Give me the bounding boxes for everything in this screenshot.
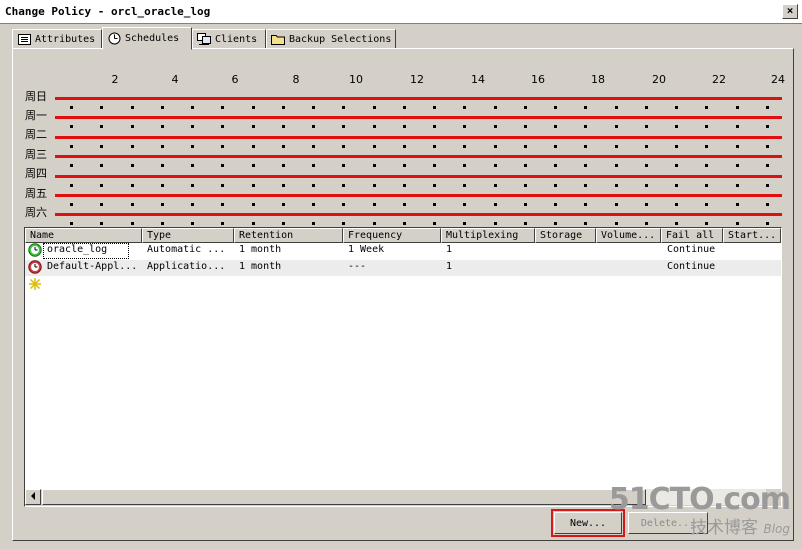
schedule-red-icon [28,260,42,274]
tab-backup-selections-label: Backup Selections [289,33,392,45]
tab-backup-selections[interactable]: Backup Selections [266,29,396,49]
delete-button[interactable]: Delete... [628,512,708,534]
hour-label: 16 [531,73,545,86]
cell-retention: 1 month [239,244,282,255]
day-label: 周六 [25,206,47,219]
hour-label: 8 [292,73,300,86]
table-row[interactable]: oracle_log Automatic ... 1 month 1 Week … [25,243,781,259]
cell-multiplexing: 1 [446,244,453,255]
hour-label: 20 [652,73,666,86]
cell-type: Applicatio... [147,261,226,272]
attributes-icon [17,33,31,45]
hour-axis: 2 4 6 8 10 12 14 16 18 20 22 24 [54,73,786,87]
schedule-green-icon [28,243,42,257]
cell-fail-all: Continue [667,261,716,272]
scroll-left-button[interactable] [25,489,41,505]
column-header-multiplexing[interactable]: Multiplexing [441,228,535,243]
column-header-start[interactable]: Start... [723,228,781,243]
cell-frequency: 1 Week [348,244,385,255]
cell-type: Automatic ... [147,244,226,255]
day-label: 周五 [25,187,47,200]
tab-attributes[interactable]: Attributes [12,29,102,49]
column-header-retention[interactable]: Retention [234,228,343,243]
title-bar: Change Policy - orcl_oracle_log × [0,0,802,24]
hour-label: 6 [231,73,239,86]
new-button[interactable]: New... [551,509,625,537]
cell-frequency: --- [348,261,367,272]
horizontal-scrollbar[interactable] [25,489,781,506]
column-header-type[interactable]: Type [142,228,234,243]
folder-icon [271,33,285,45]
scroll-thumb[interactable] [42,489,646,505]
hour-label: 24 [771,73,785,86]
close-button[interactable]: × [782,4,798,19]
cell-retention: 1 month [239,261,282,272]
day-label: 周三 [25,148,47,161]
table-row[interactable]: Default-Appl... Applicatio... 1 month --… [25,260,781,276]
tab-schedules[interactable]: Schedules [102,27,192,50]
arrow-left-icon [30,491,36,503]
hour-label: 14 [471,73,485,86]
column-header-volume[interactable]: Volume... [596,228,661,243]
day-label: 周四 [25,167,47,180]
hour-label: 10 [349,73,363,86]
tab-clients-label: Clients [215,33,258,45]
cell-name: Default-Appl... [47,261,137,272]
new-schedule-row[interactable] [25,277,781,293]
new-star-icon [28,277,42,291]
cell-multiplexing: 1 [446,261,453,272]
tab-schedules-label: Schedules [125,33,180,44]
hour-label: 12 [410,73,424,86]
column-header-fail-all[interactable]: Fail all [661,228,723,243]
schedule-table: Name Type Retention Frequency Multiplexi… [24,227,782,507]
hour-label: 2 [111,73,119,86]
tab-clients[interactable]: Clients [192,29,266,49]
column-header-storage[interactable]: Storage [535,228,596,243]
clients-icon [197,33,211,45]
day-label: 周二 [25,128,47,141]
tab-attributes-label: Attributes [35,33,96,45]
column-header-frequency[interactable]: Frequency [343,228,441,243]
window-title: Change Policy - orcl_oracle_log [5,5,211,18]
hour-label: 18 [591,73,605,86]
scroll-track[interactable] [646,489,766,505]
cell-name: oracle_log [47,244,108,255]
column-header-name[interactable]: Name [25,228,142,243]
day-label: 周一 [25,109,47,122]
cell-fail-all: Continue [667,244,716,255]
day-label: 周日 [25,90,47,103]
schedules-icon [107,32,121,45]
hour-label: 22 [712,73,726,86]
hour-label: 4 [171,73,179,86]
